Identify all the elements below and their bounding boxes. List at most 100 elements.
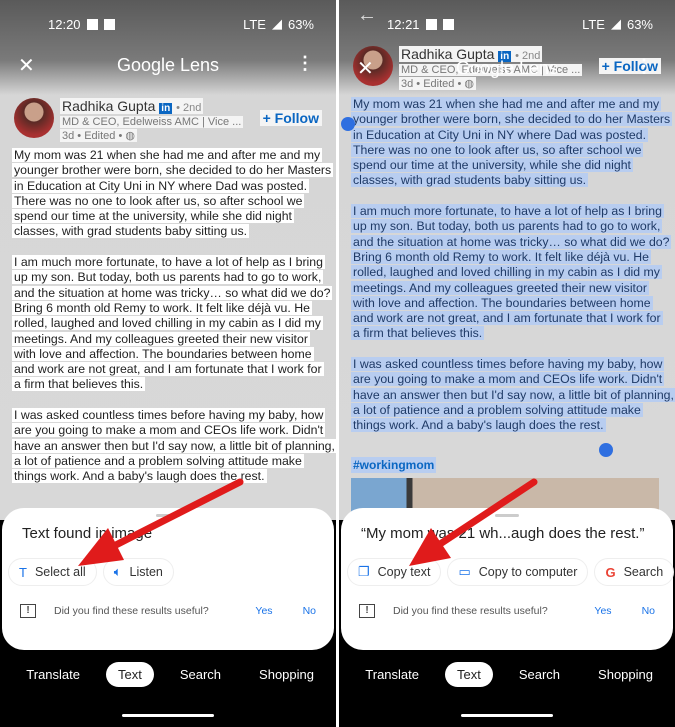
post-meta: 3d • Edited • ◍ [60,129,137,142]
more-options-icon[interactable]: ⋮ [296,53,314,74]
selection-start-handle[interactable] [341,117,355,131]
status-bar: 12:20 LTE ◢ 63% [48,14,314,34]
mode-tabs: Translate Text Search Shopping [339,662,675,687]
search-button[interactable]: G Search [594,558,675,586]
text-line[interactable]: rolled, laughed and loved chilling in my… [12,316,330,331]
copy-to-computer-button[interactable]: ▭ Copy to computer [447,558,589,586]
text-line[interactable]: My mom was 21 when she had me and after … [351,97,669,112]
selection-end-handle[interactable] [599,443,613,457]
notification-icon [425,18,437,30]
tab-text[interactable]: Text [445,662,493,687]
feedback-no[interactable]: No [303,605,316,617]
tab-shopping[interactable]: Shopping [586,662,665,687]
app-title: Google Lens [455,58,559,78]
text-line[interactable]: a firm that believes this. [12,377,330,392]
text-line[interactable]: meetings. And my colleagues greeted thei… [12,331,330,347]
text-line[interactable]: My mom was 21 when she had me and after … [12,148,330,163]
text-line[interactable]: younger brother were born, she decided t… [12,163,334,178]
tab-text[interactable]: Text [106,662,154,687]
twitter-icon [442,18,454,30]
text-line[interactable]: a lot of patience and a problem solving … [351,402,669,418]
text-line[interactable]: spend our time at the university, while … [351,158,669,173]
text-line[interactable]: up my son. But today, both us parents ha… [12,270,330,285]
text-line[interactable]: younger brother were born, she decided t… [351,112,673,127]
text-line[interactable]: with love and affection. The boundaries … [12,346,330,362]
sheet-handle[interactable] [495,514,519,517]
text-line[interactable]: and the situation at home was tricky… so… [12,285,333,301]
feedback-icon: ! [359,604,375,618]
text-line[interactable]: things work. And a baby's laugh does the… [351,418,669,433]
copy-text-button[interactable]: ❐ Copy text [347,558,442,586]
tab-translate[interactable]: Translate [14,662,92,687]
tab-search[interactable]: Search [168,662,233,687]
text-line[interactable]: I am much more fortunate, to have a lot … [351,204,669,219]
text-line[interactable]: meetings. And my colleagues greeted thei… [351,280,669,296]
sheet-title: Text found in image [22,525,153,542]
text-line[interactable]: up my son. But today, both us parents ha… [351,219,669,234]
computer-icon: ▭ [458,564,471,579]
speaker-icon: 🔈︎ [113,564,122,579]
text-line[interactable]: I was asked countless times before havin… [351,357,669,372]
feedback-row: ! Did you find these results useful? Yes… [20,604,316,618]
battery-label: 63% [287,16,314,32]
selected-text[interactable]: My mom was 21 when she had me and after … [351,97,675,434]
back-arrow-icon[interactable]: ← [357,4,377,27]
signal-icon: ◢ [271,16,282,31]
author-headline: MD & CEO, Edelweiss AMC | Vice ... [60,116,244,128]
feedback-yes[interactable]: Yes [594,605,611,617]
text-line[interactable]: Bring 6 month old Remy to work. It felt … [351,249,669,265]
status-bar: 12:21 LTE ◢ 63% [387,14,653,34]
network-label: LTE [582,16,605,32]
text-line[interactable]: and work are not great, and I am fortuna… [12,362,330,377]
tab-shopping[interactable]: Shopping [247,662,326,687]
home-indicator[interactable] [461,714,553,717]
text-line[interactable]: and the situation at home was tricky… so… [351,234,672,250]
tab-search[interactable]: Search [507,662,572,687]
text-line[interactable]: have an answer then but I'd say now, a l… [12,438,336,454]
feedback-yes[interactable]: Yes [255,605,272,617]
text-line[interactable]: Bring 6 month old Remy to work. It felt … [12,300,330,316]
status-time: 12:20 [48,16,81,32]
network-label: LTE [243,16,266,32]
copy-icon: ❐ [358,564,370,579]
bottom-sheet: Text found in image T Select all 🔈︎ Listen… [2,508,334,650]
text-line[interactable]: classes, with grad students baby sitting… [12,224,330,239]
text-line[interactable]: things work. And a baby's laugh does the… [12,469,330,484]
more-options-icon[interactable]: ⋮ [635,56,653,77]
text-line[interactable]: I am much more fortunate, to have a lot … [12,255,330,270]
linkedin-icon: in [159,103,173,114]
app-title: Google Lens [116,55,220,75]
signal-icon: ◢ [610,16,621,31]
post-text[interactable]: My mom was 21 when she had me and after … [12,148,336,485]
phone-screen-right: ← 12:21 LTE ◢ 63% Radhika Gupta in • 2nd… [339,0,675,727]
text-line[interactable]: rolled, laughed and loved chilling in my… [351,265,669,280]
tab-translate[interactable]: Translate [353,662,431,687]
text-line[interactable]: a lot of patience and a problem solving … [12,453,330,469]
text-line[interactable]: have an answer then but I'd say now, a l… [351,387,675,403]
lens-header: ✕ Google Lens ⋮ [0,53,336,81]
text-line[interactable]: are you going to make a mom and CEOs lif… [351,372,669,387]
follow-button[interactable]: + Follow [259,110,322,126]
text-line[interactable]: in Education at City Uni in NY where Dad… [351,127,669,143]
text-line[interactable]: There was no one to look after us, so af… [351,142,669,158]
text-line[interactable]: are you going to make a mom and CEOs lif… [12,423,330,438]
listen-button[interactable]: 🔈︎ Listen [102,558,174,586]
home-indicator[interactable] [122,714,214,717]
sheet-handle[interactable] [156,514,180,517]
twitter-icon [103,18,115,30]
text-line[interactable]: a firm that believes this. [351,326,669,341]
google-icon: G [605,564,616,580]
select-all-button[interactable]: T Select all [8,558,97,586]
hashtag[interactable]: #workingmom [351,457,437,473]
battery-label: 63% [626,16,653,32]
text-line[interactable]: in Education at City Uni in NY where Dad… [12,178,330,194]
lens-header: ✕ Google Lens ⋮ [339,56,675,84]
text-line[interactable]: and work are not great, and I am fortuna… [351,311,669,326]
feedback-no[interactable]: No [642,605,655,617]
text-line[interactable]: I was asked countless times before havin… [12,408,330,423]
mode-tabs: Translate Text Search Shopping [0,662,336,687]
text-line[interactable]: There was no one to look after us, so af… [12,193,330,209]
text-line[interactable]: classes, with grad students baby sitting… [351,173,669,188]
text-line[interactable]: with love and affection. The boundaries … [351,295,669,311]
text-line[interactable]: spend our time at the university, while … [12,209,330,224]
